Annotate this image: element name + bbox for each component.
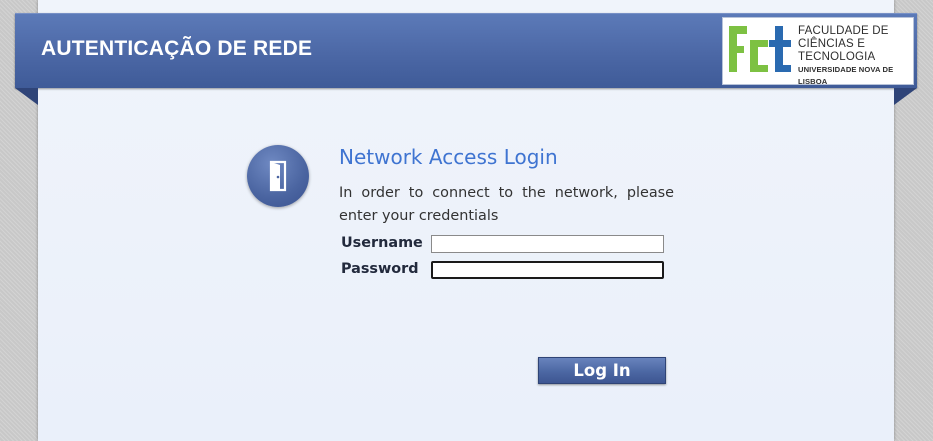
username-label: Username <box>341 235 423 251</box>
login-title: Network Access Login <box>339 145 558 169</box>
door-icon <box>247 145 309 207</box>
password-label: Password <box>341 261 419 277</box>
logo-line-2: CIÊNCIAS E TECNOLOGIA <box>798 38 876 63</box>
fct-logo-mark <box>729 26 791 72</box>
logo-line-3: UNIVERSIDADE NOVA DE LISBOA <box>798 65 894 86</box>
login-description: In order to connect to the network, plea… <box>339 185 674 224</box>
page-title: AUTENTICAÇÃO DE REDE <box>41 37 313 60</box>
logo-line-1: FACULDADE DE <box>798 25 889 37</box>
header-ribbon-fold-left <box>15 88 38 105</box>
header-ribbon-fold-right <box>894 88 917 105</box>
password-input[interactable] <box>431 261 664 279</box>
logo-text: FACULDADE DE CIÊNCIAS E TECNOLOGIA UNIVE… <box>798 25 913 88</box>
login-button[interactable]: Log In <box>538 357 666 384</box>
username-input[interactable] <box>431 235 664 253</box>
fct-logo: FACULDADE DE CIÊNCIAS E TECNOLOGIA UNIVE… <box>722 17 914 88</box>
